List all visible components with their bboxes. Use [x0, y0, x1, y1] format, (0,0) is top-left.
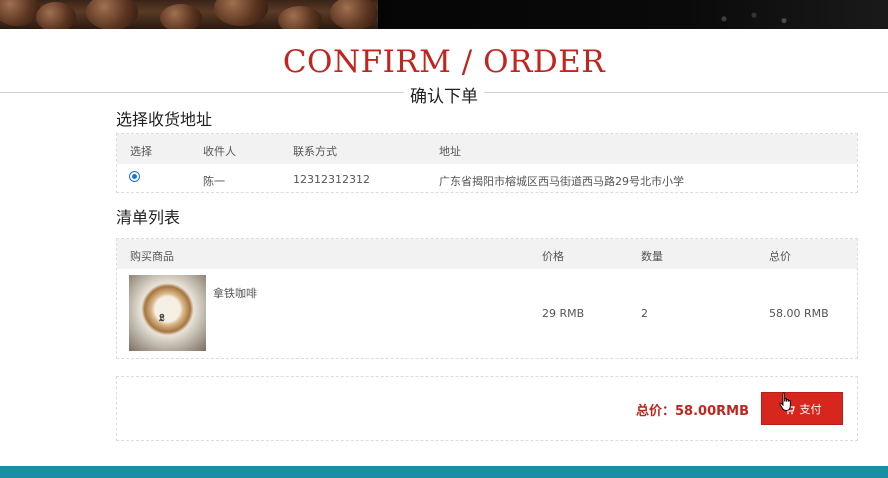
coffee-beans-image: [0, 0, 378, 29]
col-total: 总价: [769, 250, 791, 263]
address-section-title: 选择收货地址: [116, 110, 213, 129]
col-address: 地址: [439, 145, 461, 158]
page-title-cn: 确认下单: [404, 82, 484, 107]
col-recipient: 收件人: [203, 145, 236, 158]
grand-total: 总价：58.00RMB: [636, 404, 749, 419]
address-table: 选择 收件人 联系方式 地址 陈一 12312312312 广东省揭阳市榕城区西…: [116, 133, 858, 193]
product-quantity: 2: [641, 307, 648, 320]
col-phone: 联系方式: [293, 145, 337, 158]
pay-button-label: 支付: [799, 402, 822, 416]
col-select: 选择: [130, 145, 152, 158]
address-radio[interactable]: [129, 171, 140, 182]
order-item-row: 𝕷 拿铁咖啡 29 RMB 2 58.00 RMB: [117, 269, 857, 359]
recipient-name: 陈一: [203, 175, 225, 188]
banner-decoration: [700, 8, 820, 26]
address-table-header: 选择 收件人 联系方式 地址: [117, 134, 857, 164]
col-quantity: 数量: [641, 250, 663, 263]
product-total: 58.00 RMB: [769, 307, 829, 320]
header-banner: [0, 0, 888, 29]
order-section-title: 清单列表: [116, 208, 181, 227]
order-summary: 总价：58.00RMB 支付: [116, 376, 858, 441]
order-table-header: 购买商品 价格 数量 总价: [117, 239, 857, 269]
col-price: 价格: [542, 250, 564, 263]
latte-art-logo: 𝕷: [159, 313, 165, 324]
footer-bar: [0, 466, 888, 478]
hand-cursor-icon: [779, 392, 791, 411]
product-name[interactable]: 拿铁咖啡: [213, 285, 257, 301]
col-product: 购买商品: [130, 250, 174, 263]
pay-button[interactable]: 支付: [761, 392, 843, 425]
recipient-address: 广东省揭阳市榕城区西马街道西马路29号北市小学: [439, 175, 684, 188]
product-price: 29 RMB: [542, 307, 585, 320]
order-table: 购买商品 价格 数量 总价 𝕷 拿铁咖啡 29 RMB 2 58.00 RMB: [116, 238, 858, 359]
address-row[interactable]: 陈一 12312312312 广东省揭阳市榕城区西马街道西马路29号北市小学: [117, 164, 857, 194]
recipient-phone: 12312312312: [293, 173, 370, 186]
latte-image[interactable]: 𝕷: [129, 275, 206, 351]
page-title-en: CONFIRM / ORDER: [282, 44, 606, 80]
